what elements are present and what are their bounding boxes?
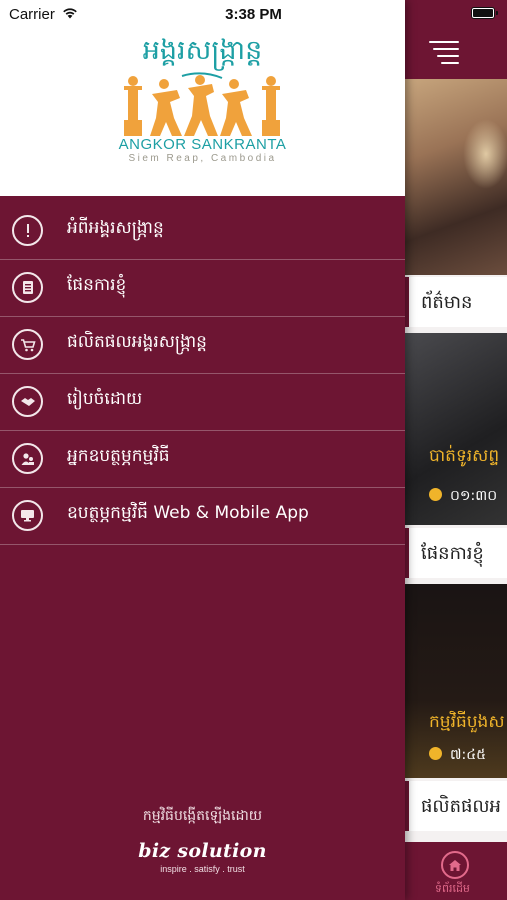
home-icon[interactable] [441, 851, 469, 879]
monitor-icon [12, 500, 43, 531]
cart-icon [12, 329, 43, 360]
hero-banner-image[interactable] [405, 79, 507, 275]
menu-toggle-icon[interactable] [429, 41, 459, 64]
alarm-clock-icon [429, 488, 442, 501]
alarm-clock-icon [429, 747, 442, 760]
menu-item-label: អំពីអង្គរសង្ក្រាន្ត [67, 218, 164, 238]
section-products-title: ផលិតផលអ [421, 796, 501, 817]
side-drawer: អង្គរសង្ក្រាន្ត ANGKOR SANKRANTA Siem Re… [0, 0, 405, 900]
biz-solution-logo: biz solution [138, 840, 267, 862]
menu-item-products[interactable]: ផលិតផលអង្គរសង្ក្រាន្ត [0, 317, 405, 374]
logo-subtitle: Siem Reap, Cambodia [128, 153, 277, 164]
menu-item-label: រៀបចំដោយ [67, 389, 143, 409]
status-bar: Carrier 3:38 PM [0, 0, 507, 28]
section-news-header: ព័ត៌មាន [405, 277, 507, 327]
menu-item-app-sponsor[interactable]: ឧបត្ថម្ភកម្មវិធី Web & Mobile App [0, 488, 405, 545]
document-list-icon [12, 272, 43, 303]
handshake-icon [12, 386, 43, 417]
news-card-time: ០១:៣០ [429, 486, 497, 507]
developer-credit-label: កម្មវិធីបង្កើតឡើងដោយ [142, 808, 263, 824]
info-icon [12, 215, 43, 246]
logo-khmer-title: អង្គរសង្ក្រាន្ត [142, 35, 263, 66]
menu-item-label: ឧបត្ថម្ភកម្មវិធី Web & Mobile App [67, 503, 309, 523]
section-products-header: ផលិតផលអ [405, 781, 507, 831]
menu-item-label: អ្នកឧបត្ថម្ភកម្មវិធី [67, 446, 170, 466]
news-card-title: បាត់ទូរសព្ទ [429, 446, 500, 466]
battery-icon [471, 7, 498, 19]
biz-solution-tagline: inspire . satisfy . trust [160, 864, 245, 874]
drawer-header: អង្គរសង្ក្រាន្ត ANGKOR SANKRANTA Siem Re… [0, 0, 405, 196]
news-card[interactable]: បាត់ទូរសព្ទ ០១:៣០ [405, 333, 507, 525]
main-content: ព័ត៌មាន បាត់ទូរសព្ទ ០១:៣០ ផែនការខ្ញុំ កម… [405, 0, 507, 900]
menu-item-organizer[interactable]: រៀបចំដោយ [0, 374, 405, 431]
section-plan-title: ផែនការខ្ញុំ [421, 543, 484, 564]
menu-item-label: ផលិតផលអង្គរសង្ក្រាន្ត [67, 332, 207, 352]
menu-item-my-plan[interactable]: ផែនការខ្ញុំ [0, 260, 405, 317]
menu-item-sponsors[interactable]: អ្នកឧបត្ថម្ភកម្មវិធី [0, 431, 405, 488]
plan-card-title: កម្មវិធីបួងស [429, 712, 505, 732]
plan-card-time: ៧:៤៥ [429, 745, 486, 766]
drawer-menu: អំពីអង្គរសង្ក្រាន្ត ផែនការខ្ញុំ ផលិតផលអង… [0, 203, 405, 545]
tab-home-label[interactable]: ទំព័រដើម [435, 882, 470, 898]
plan-card[interactable]: កម្មវិធីបួងស ៧:៤៥ [405, 584, 507, 778]
sponsor-people-icon [12, 443, 43, 474]
logo-title: ANGKOR SANKRANTA [118, 136, 287, 153]
menu-item-label: ផែនការខ្ញុំ [67, 275, 127, 295]
status-time: 3:38 PM [225, 6, 282, 23]
section-plan-header: ផែនការខ្ញុំ [405, 528, 507, 578]
menu-item-about[interactable]: អំពីអង្គរសង្ក្រាន្ត [0, 203, 405, 260]
dancers-logo-icon [124, 72, 280, 136]
section-news-title: ព័ត៌មាន [421, 292, 473, 313]
tab-bar: ទំព័រដើម [405, 842, 507, 900]
